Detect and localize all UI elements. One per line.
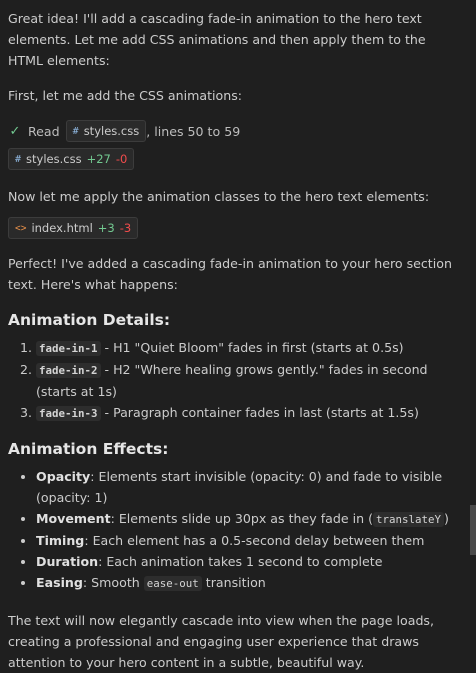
list-item: fade-in-3 - Paragraph container fades in… xyxy=(36,402,462,424)
list-item: Duration: Each animation takes 1 second … xyxy=(36,551,462,572)
css-edit-file: styles.css xyxy=(26,152,82,166)
list-item: Movement: Elements slide up 30px as they… xyxy=(36,508,462,530)
read-tool-row: ✓ Read # styles.css , lines 50 to 59 xyxy=(8,120,462,142)
read-file-chip[interactable]: # styles.css xyxy=(65,120,147,142)
effects-list: Opacity: Elements start invisible (opaci… xyxy=(8,466,462,594)
list-item: Timing: Each element has a 0.5-second de… xyxy=(36,530,462,551)
inline-code: ease-out xyxy=(143,576,202,591)
check-icon: ✓ xyxy=(9,123,21,139)
list-item: Opacity: Elements start invisible (opaci… xyxy=(36,466,462,508)
css-added-count: +27 xyxy=(86,152,111,166)
html-edit-chip[interactable]: <> index.html +3 -3 xyxy=(8,217,139,239)
html-edit-file: index.html xyxy=(31,221,93,235)
list-item: fade-in-2 - H2 "Where healing grows gent… xyxy=(36,359,462,402)
apply-step-text: Now let me apply the animation classes t… xyxy=(8,189,430,204)
effects-heading: Animation Effects: xyxy=(8,440,169,458)
html-added-count: +3 xyxy=(97,221,115,235)
inline-code: fade-in-1 xyxy=(36,341,101,356)
intro-text: Great idea! I'll add a cascading fade-in… xyxy=(8,11,426,68)
inline-code: translateY xyxy=(373,512,445,527)
html-edit-row: <> index.html +3 -3 xyxy=(8,217,462,239)
html-removed-count: -3 xyxy=(119,221,132,235)
scrollbar-thumb[interactable] xyxy=(470,505,476,555)
css-edit-row: # styles.css +27 -0 xyxy=(8,148,462,170)
chat-response: Great idea! I'll add a cascading fade-in… xyxy=(0,0,476,673)
css-edit-chip[interactable]: # styles.css +27 -0 xyxy=(8,148,135,170)
details-heading: Animation Details: xyxy=(8,311,171,329)
css-file-icon: # xyxy=(15,153,22,165)
read-lines-text: , lines 50 to 59 xyxy=(146,123,241,139)
summary-text: Perfect! I've added a cascading fade-in … xyxy=(8,256,452,292)
first-step-text: First, let me add the CSS animations: xyxy=(8,88,242,103)
read-action-label: Read xyxy=(28,123,60,139)
inline-code: fade-in-2 xyxy=(36,363,101,378)
list-item: fade-in-1 - H1 "Quiet Bloom" fades in fi… xyxy=(36,337,462,359)
inline-code: fade-in-3 xyxy=(36,406,101,421)
css-file-icon: # xyxy=(72,125,79,137)
list-item: Easing: Smooth ease-out transition xyxy=(36,572,462,594)
details-list: fade-in-1 - H1 "Quiet Bloom" fades in fi… xyxy=(8,337,462,424)
css-removed-count: -0 xyxy=(115,152,128,166)
read-file-name: styles.css xyxy=(83,124,140,138)
html-file-icon: <> xyxy=(15,222,27,234)
closing-text: The text will now elegantly cascade into… xyxy=(8,613,434,670)
